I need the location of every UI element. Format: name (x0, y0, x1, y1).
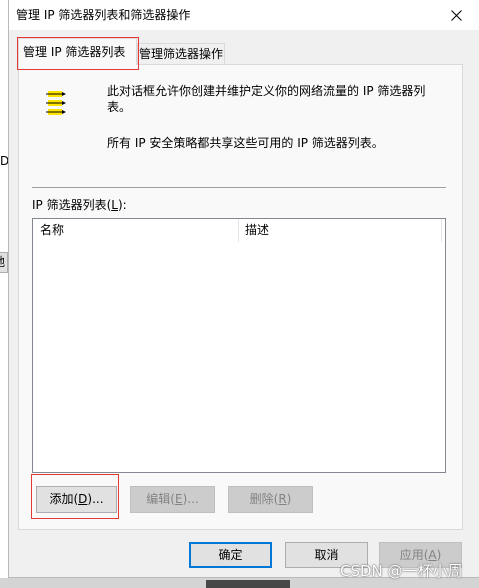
list-body[interactable] (33, 242, 445, 472)
access-key: A (428, 548, 437, 562)
access-key: E (174, 492, 183, 506)
background-control-fragment: 地 (0, 252, 8, 273)
label-text: IP 筛选器列表( (32, 198, 112, 212)
list-header: 名称 描述 (33, 219, 445, 242)
ok-button[interactable]: 确定 (189, 542, 272, 568)
tab-panel: 此对话框允许你创建并维护定义你的网络流量的 IP 筛选器列表。 所有 IP 安全… (18, 64, 463, 530)
column-header-description[interactable]: 描述 (239, 219, 442, 242)
screen: D 地 管理 IP 筛选器列表和筛选器操作 管理 IP 筛选器列表 管理筛选器操… (0, 0, 479, 588)
column-header-name[interactable]: 名称 (33, 219, 239, 242)
button-label: 确定 (218, 548, 243, 562)
button-label: 删除( (249, 492, 279, 506)
tab-manage-ip-filter-lists[interactable]: 管理 IP 筛选器列表 (18, 38, 137, 65)
shared-filter-note: 所有 IP 安全策略都共享这些可用的 IP 筛选器列表。 (107, 136, 384, 150)
cancel-button[interactable]: 取消 (285, 542, 368, 568)
button-label: 应用( (399, 548, 429, 562)
dialog: 管理 IP 筛选器列表和筛选器操作 管理 IP 筛选器列表 管理筛选器操作 此对… (8, 0, 479, 578)
window-title: 管理 IP 筛选器列表和筛选器操作 (16, 8, 191, 22)
button-label-suffix: ) (286, 492, 292, 506)
close-icon (450, 9, 462, 21)
button-label-suffix: ) (436, 548, 442, 562)
ip-filter-list-icon (46, 91, 66, 115)
button-label: 取消 (314, 548, 339, 562)
delete-button[interactable]: 删除(R) (228, 486, 313, 513)
button-label: 编辑( (146, 492, 175, 506)
label-suffix: ): (117, 198, 127, 212)
ip-filter-list[interactable]: 名称 描述 (32, 218, 446, 473)
background-window-bottom (0, 578, 479, 588)
button-label: 添加( (49, 492, 79, 506)
title-bar[interactable]: 管理 IP 筛选器列表和筛选器操作 (9, 0, 479, 30)
separator (32, 187, 446, 188)
ip-filter-list-label: IP 筛选器列表(L): (32, 197, 127, 213)
dialog-description: 此对话框允许你创建并维护定义你的网络流量的 IP 筛选器列表。 (107, 84, 426, 114)
background-window-left: D 地 (0, 0, 8, 578)
button-label-suffix: )... (182, 492, 199, 506)
background-bar (206, 580, 290, 588)
apply-button[interactable]: 应用(A) (379, 542, 462, 568)
access-key: R (278, 492, 287, 506)
tab-manage-filter-actions[interactable]: 管理筛选器操作 (137, 43, 225, 64)
background-text-fragment: 地 (0, 255, 5, 269)
tab-label: 管理筛选器操作 (138, 47, 223, 61)
column-header-filler (442, 219, 445, 242)
add-button[interactable]: 添加(D)... (36, 486, 117, 513)
background-text-fragment: D (0, 154, 8, 168)
tab-label: 管理 IP 筛选器列表 (23, 45, 126, 59)
close-button[interactable] (433, 0, 479, 30)
edit-button[interactable]: 编辑(E)... (130, 486, 215, 513)
access-key: L (111, 198, 118, 212)
button-label-suffix: )... (87, 492, 104, 506)
